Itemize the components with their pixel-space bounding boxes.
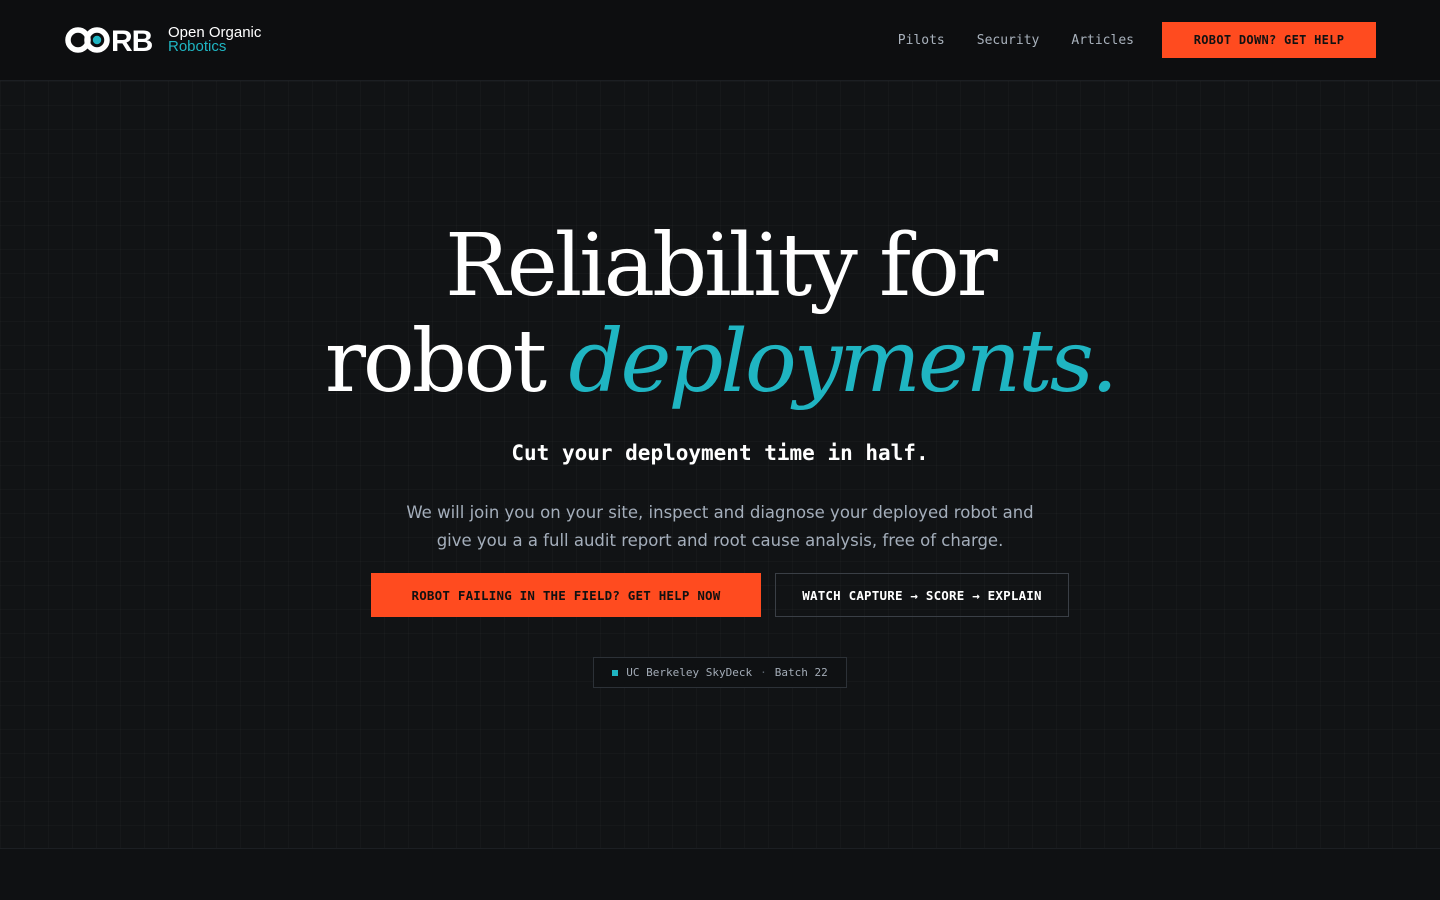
badge-batch: Batch 22 (774, 666, 828, 679)
main-nav: Pilots Security Articles (898, 0, 1134, 80)
logo-wordmark: Open Organic Robotics (168, 25, 261, 55)
hero-title: Reliability for robot deployments. (0, 218, 1440, 410)
badge-separator: · (760, 666, 767, 679)
oorb-logo-icon: RB (65, 25, 154, 56)
watch-demo-button[interactable]: WATCH CAPTURE → SCORE → EXPLAIN (775, 573, 1069, 617)
accelerator-badge: UC Berkeley SkyDeck · Batch 22 (593, 657, 847, 688)
brand-logo[interactable]: RB Open Organic Robotics (64, 24, 261, 56)
badge-org: UC Berkeley SkyDeck (626, 666, 753, 679)
nav-link-articles[interactable]: Articles (1071, 33, 1134, 48)
hero-description: We will join you on your site, inspect a… (406, 503, 1034, 550)
badge-square-icon (612, 669, 619, 676)
site-header: RB Open Organic Robotics Pilots Security… (0, 0, 1440, 81)
robot-down-get-help-button[interactable]: ROBOT DOWN? GET HELP (1162, 22, 1376, 58)
hero-subheading: Cut your deployment time in half. (511, 441, 929, 465)
next-section-edge (0, 848, 1440, 900)
page: RB Open Organic Robotics Pilots Security… (0, 0, 1440, 900)
hero-title-line-1: Reliability for (445, 216, 998, 316)
nav-link-pilots[interactable]: Pilots (898, 33, 945, 48)
hero-section: Reliability for robot deployments. Cut y… (0, 81, 1440, 848)
logo-line-2: Robotics (168, 38, 227, 55)
hero-title-line-2-plain: robot (324, 312, 569, 412)
hero-title-line-2-accent: deployments. (568, 312, 1118, 412)
nav-link-security[interactable]: Security (977, 33, 1040, 48)
get-help-now-button[interactable]: ROBOT FAILING IN THE FIELD? GET HELP NOW (371, 573, 761, 617)
logo-mark-text: RB (111, 25, 153, 56)
